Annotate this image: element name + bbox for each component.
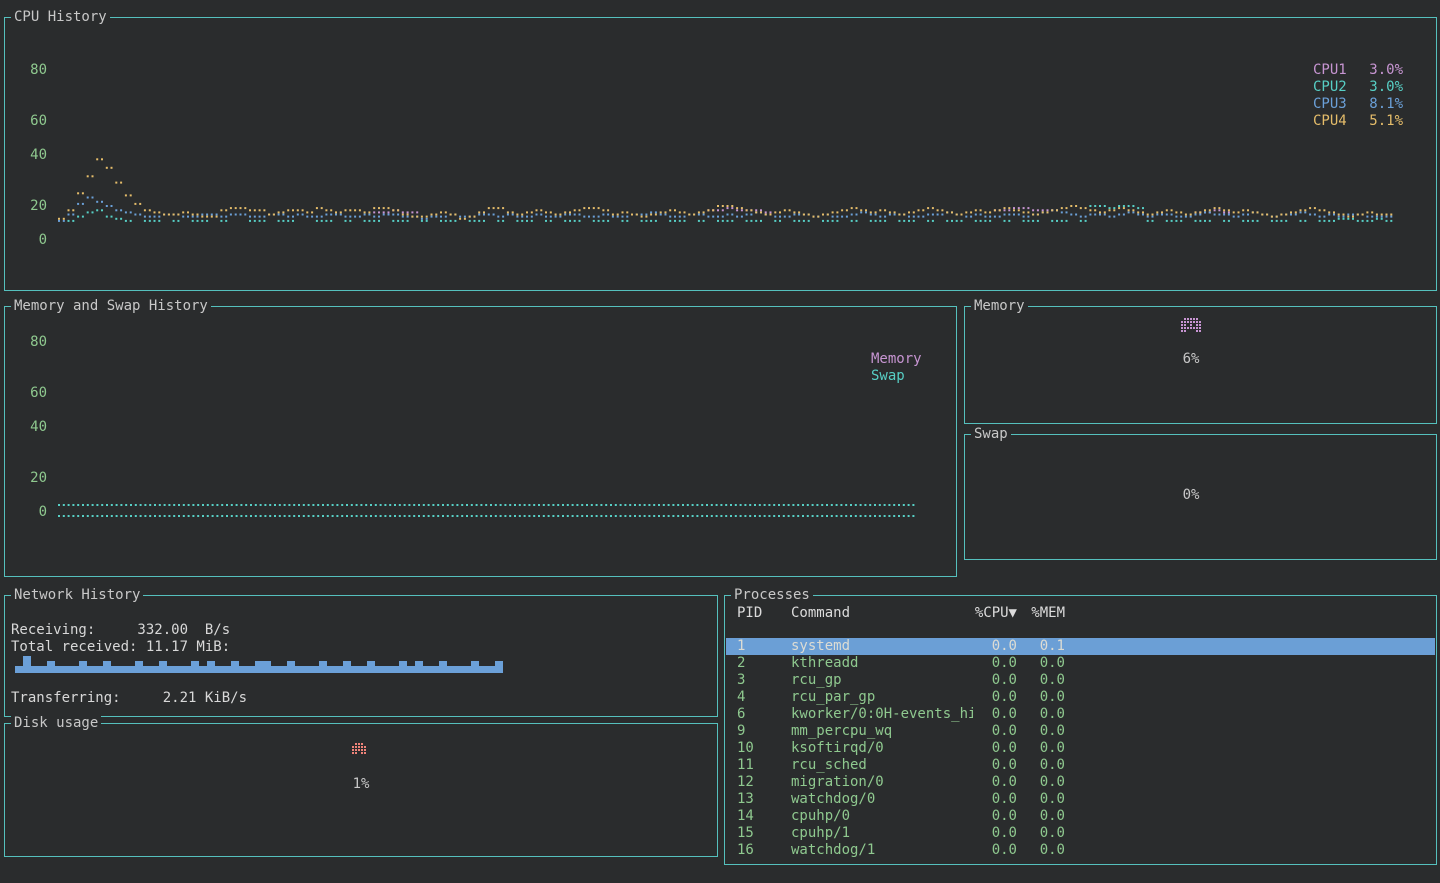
memory-percent: 6%: [1161, 351, 1221, 368]
process-command: ksoftirqd/0: [791, 740, 973, 757]
process-pid: 1: [737, 638, 791, 655]
process-table-body: 1systemd0.00.12kthreadd0.00.03rcu_gp0.00…: [726, 638, 1435, 859]
column-header-mem[interactable]: %MEM: [1017, 605, 1065, 622]
process-command: watchdog/1: [791, 842, 973, 859]
process-row[interactable]: 14cpuhp/00.00.0: [726, 808, 1435, 825]
process-pid: 14: [737, 808, 791, 825]
process-mem: 0.0: [1017, 757, 1065, 774]
memory-gauge-panel: Memory 6%: [964, 306, 1437, 424]
swap-percent: 0%: [1161, 487, 1221, 504]
process-pid: 6: [737, 706, 791, 723]
cpu-legend-item: CPU13.0%: [1313, 62, 1403, 79]
process-cpu: 0.0: [973, 706, 1017, 723]
processes-panel: Processes PID Command %CPU▼ %MEM 1system…: [724, 595, 1437, 865]
process-command: rcu_gp: [791, 672, 973, 689]
cpu-legend-item: CPU38.1%: [1313, 96, 1403, 113]
process-command: kworker/0:0H-events_high: [791, 706, 973, 723]
process-command: cpuhp/1: [791, 825, 973, 842]
process-row[interactable]: 11rcu_sched0.00.0: [726, 757, 1435, 774]
memory-gauge-title: Memory: [971, 298, 1028, 315]
network-receive-sparkline: [15, 653, 503, 673]
process-pid: 11: [737, 757, 791, 774]
memory-swap-legend-item: Memory: [871, 351, 922, 368]
swap-gauge-panel: Swap 0%: [964, 434, 1437, 560]
process-cpu: 0.0: [973, 774, 1017, 791]
process-cpu: 0.0: [973, 638, 1017, 655]
process-pid: 15: [737, 825, 791, 842]
process-row[interactable]: 13watchdog/00.00.0: [726, 791, 1435, 808]
process-row[interactable]: 1systemd0.00.1: [726, 638, 1435, 655]
memory-swap-history-panel: Memory and Swap History 806040200 Memory…: [4, 306, 957, 577]
process-mem: 0.1: [1017, 638, 1065, 655]
process-cpu: 0.0: [973, 723, 1017, 740]
process-mem: 0.0: [1017, 825, 1065, 842]
process-row[interactable]: 10ksoftirqd/00.00.0: [726, 740, 1435, 757]
process-row[interactable]: 16watchdog/10.00.0: [726, 842, 1435, 859]
process-pid: 4: [737, 689, 791, 706]
process-pid: 3: [737, 672, 791, 689]
process-row[interactable]: 9mm_percpu_wq0.00.0: [726, 723, 1435, 740]
process-mem: 0.0: [1017, 791, 1065, 808]
process-row[interactable]: 2kthreadd0.00.0: [726, 655, 1435, 672]
process-pid: 9: [737, 723, 791, 740]
process-pid: 13: [737, 791, 791, 808]
process-pid: 10: [737, 740, 791, 757]
process-command: migration/0: [791, 774, 973, 791]
cpu-legend-item: CPU45.1%: [1313, 113, 1403, 130]
process-command: watchdog/0: [791, 791, 973, 808]
memory-swap-legend-item: Swap: [871, 368, 905, 385]
process-mem: 0.0: [1017, 723, 1065, 740]
column-header-command[interactable]: Command: [791, 605, 973, 622]
process-cpu: 0.0: [973, 672, 1017, 689]
process-pid: 12: [737, 774, 791, 791]
process-mem: 0.0: [1017, 689, 1065, 706]
process-command: cpuhp/0: [791, 808, 973, 825]
process-row[interactable]: 3rcu_gp0.00.0: [726, 672, 1435, 689]
process-command: systemd: [791, 638, 973, 655]
process-cpu: 0.0: [973, 689, 1017, 706]
process-pid: 16: [737, 842, 791, 859]
processes-title: Processes: [731, 587, 813, 604]
memory-swap-history-chart: [5, 307, 956, 576]
process-command: kthreadd: [791, 655, 973, 672]
process-cpu: 0.0: [973, 842, 1017, 859]
disk-usage-panel: Disk usage 1%: [4, 723, 718, 857]
process-cpu: 0.0: [973, 655, 1017, 672]
cpu-history-chart: [5, 18, 1436, 290]
process-mem: 0.0: [1017, 672, 1065, 689]
process-mem: 0.0: [1017, 808, 1065, 825]
cpu-legend-item: CPU23.0%: [1313, 79, 1403, 96]
process-table-header: PID Command %CPU▼ %MEM: [725, 605, 1436, 622]
process-command: mm_percpu_wq: [791, 723, 973, 740]
process-mem: 0.0: [1017, 655, 1065, 672]
disk-usage-percent: 1%: [331, 776, 391, 793]
process-cpu: 0.0: [973, 740, 1017, 757]
process-row[interactable]: 12migration/00.00.0: [726, 774, 1435, 791]
network-history-title: Network History: [11, 587, 143, 604]
cpu-history-panel: CPU History 806040200 CPU13.0%CPU23.0%CP…: [4, 17, 1437, 291]
column-header-pid[interactable]: PID: [737, 605, 791, 622]
process-mem: 0.0: [1017, 774, 1065, 791]
process-command: rcu_par_gp: [791, 689, 973, 706]
process-cpu: 0.0: [973, 757, 1017, 774]
process-row[interactable]: 6kworker/0:0H-events_high0.00.0: [726, 706, 1435, 723]
process-command: rcu_sched: [791, 757, 973, 774]
process-mem: 0.0: [1017, 740, 1065, 757]
network-history-panel: Network History Receiving: 332.00 B/s To…: [4, 595, 718, 717]
process-cpu: 0.0: [973, 825, 1017, 842]
process-pid: 2: [737, 655, 791, 672]
network-receiving-line: Receiving: 332.00 B/s: [11, 622, 230, 639]
network-transferring-line: Transferring: 2.21 KiB/s: [11, 690, 247, 707]
process-cpu: 0.0: [973, 791, 1017, 808]
swap-gauge-title: Swap: [971, 426, 1011, 443]
process-mem: 0.0: [1017, 842, 1065, 859]
column-header-cpu[interactable]: %CPU▼: [973, 605, 1017, 622]
process-row[interactable]: 4rcu_par_gp0.00.0: [726, 689, 1435, 706]
disk-usage-title: Disk usage: [11, 715, 101, 732]
process-row[interactable]: 15cpuhp/10.00.0: [726, 825, 1435, 842]
process-mem: 0.0: [1017, 706, 1065, 723]
process-cpu: 0.0: [973, 808, 1017, 825]
